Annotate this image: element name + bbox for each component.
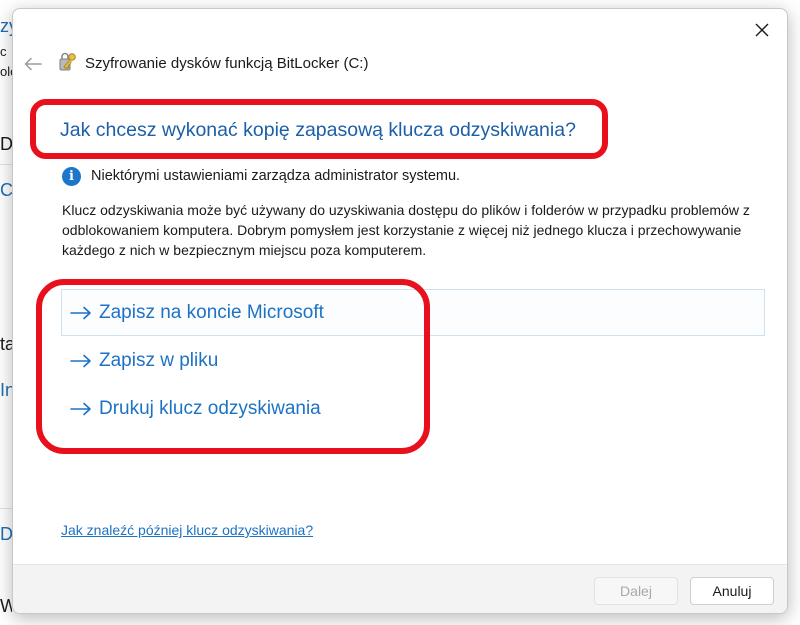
dialog-footer: Dalej Anuluj <box>13 564 787 613</box>
bg-fragment: zy <box>0 16 12 36</box>
close-button[interactable] <box>749 17 775 43</box>
info-icon: i <box>62 167 81 186</box>
bg-divider <box>0 508 12 509</box>
window-title: Szyfrowanie dysków funkcją BitLocker (C:… <box>85 55 369 72</box>
back-button[interactable] <box>21 54 45 74</box>
close-icon <box>755 23 769 37</box>
bg-divider <box>0 164 12 165</box>
next-button[interactable]: Dalej <box>594 577 678 605</box>
bitlocker-key-icon <box>59 52 76 71</box>
find-recovery-key-link[interactable]: Jak znaleźć później klucz odzyskiwania? <box>61 522 313 538</box>
admin-info-text: Niektórymi ustawieniami zarządza adminis… <box>91 168 461 184</box>
cancel-button[interactable]: Anuluj <box>690 577 774 605</box>
bg-fragment: olo <box>0 64 12 79</box>
bg-fragment: c <box>0 44 7 59</box>
bg-fragment: D <box>0 524 12 544</box>
bg-fragment: ta <box>0 334 12 354</box>
annotation-highlight-options <box>36 279 430 454</box>
annotation-highlight-heading <box>30 99 608 159</box>
description-text: Klucz odzyskiwania może być używany do u… <box>62 202 750 258</box>
bg-fragment: In <box>0 380 12 400</box>
bitlocker-dialog: Szyfrowanie dysków funkcją BitLocker (C:… <box>12 8 788 614</box>
bg-fragment: Dy <box>0 134 12 154</box>
back-arrow-icon <box>24 57 42 71</box>
bg-fragment: C <box>0 180 12 200</box>
bg-fragment: Wy <box>0 596 12 616</box>
